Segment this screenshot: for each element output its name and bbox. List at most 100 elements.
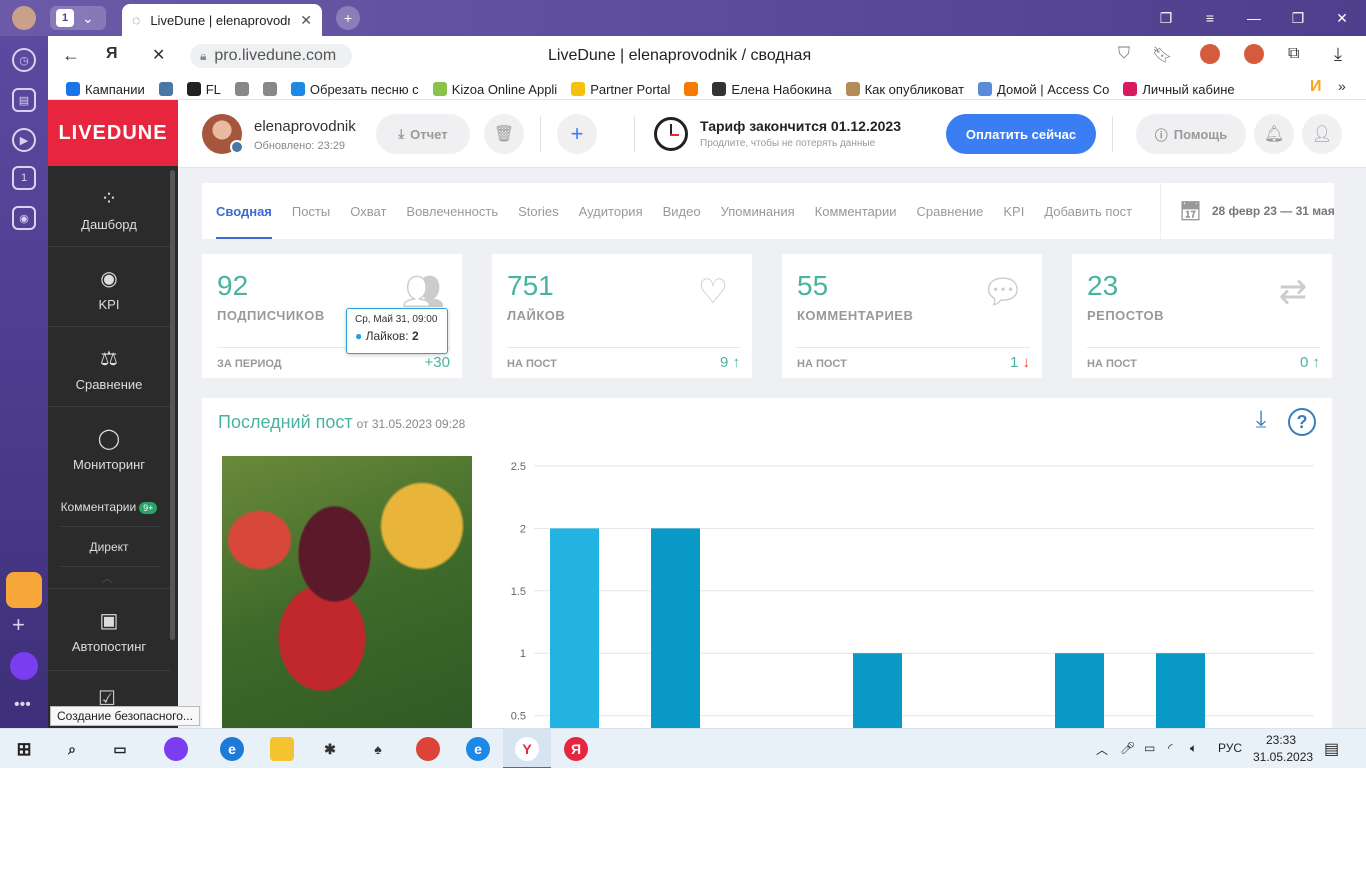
- alice-icon[interactable]: [10, 652, 38, 680]
- sidebar-item-comments[interactable]: Комментарии 9+: [48, 500, 170, 514]
- download-tray-icon[interactable]: ⤓: [1246, 406, 1276, 436]
- bookmark-item[interactable]: [262, 80, 277, 98]
- yandex-icon[interactable]: Я: [564, 737, 588, 761]
- tab-item[interactable]: Комментарии: [815, 183, 897, 239]
- chart-bar[interactable]: [853, 653, 902, 728]
- account-name[interactable]: elenaprovodnik: [254, 118, 356, 135]
- delete-button[interactable]: 🗑︎: [484, 114, 524, 154]
- question-icon[interactable]: ?: [1288, 408, 1316, 436]
- network-icon[interactable]: ◜: [1168, 741, 1173, 755]
- date-range-picker[interactable]: 📅︎ 28 февр 23 — 31 мая: [1160, 183, 1334, 239]
- tab-item[interactable]: Аудитория: [579, 183, 643, 239]
- windows-start-icon[interactable]: ⊞: [12, 737, 36, 761]
- tab-item[interactable]: KPI: [1003, 183, 1024, 239]
- tab-item[interactable]: Сравнение: [917, 183, 984, 239]
- sidebar-item-kpi[interactable]: ◉ KPI: [48, 266, 170, 312]
- bookmarks-panel-icon[interactable]: ❐: [1154, 6, 1178, 30]
- livedune-logo[interactable]: LIVEDUNE: [48, 100, 178, 166]
- stat-card[interactable]: 55 КОММЕНТАРИЕВ 💬︎ НА ПОСТ 1 ↓: [782, 254, 1042, 378]
- search-icon[interactable]: ⌕: [60, 737, 84, 761]
- tab-counter-button[interactable]: 1 ⌄: [50, 6, 106, 30]
- tab-item[interactable]: Вовлеченность: [406, 183, 498, 239]
- new-tab-button[interactable]: +: [336, 6, 360, 30]
- browser-tab-active[interactable]: ◌ LiveDune | elenaprovodnik ✕: [122, 4, 322, 36]
- sidebar-item-direct[interactable]: Директ: [48, 540, 170, 554]
- stop-icon[interactable]: ✕: [152, 45, 165, 65]
- sidebar-item-compare[interactable]: ⚖︎ Сравнение: [48, 346, 170, 392]
- stat-card[interactable]: 23 РЕПОСТОВ ⇄ НА ПОСТ 0 ↑: [1072, 254, 1332, 378]
- chart-bar[interactable]: [1055, 653, 1104, 728]
- protect-icon[interactable]: ⛉: [1118, 45, 1130, 63]
- microphone-icon[interactable]: 🎤︎: [1120, 741, 1135, 755]
- pay-now-button[interactable]: Оплатить сейчас: [946, 114, 1096, 154]
- collections-icon[interactable]: ▤: [12, 88, 36, 112]
- report-button[interactable]: ⤓ Отчет: [376, 114, 470, 154]
- restore-button[interactable]: ❐: [1286, 6, 1310, 30]
- bookmark-item[interactable]: Елена Набокина: [712, 80, 832, 98]
- bookmark-item[interactable]: Кампании: [66, 80, 145, 98]
- add-account-button[interactable]: +: [557, 114, 597, 154]
- menu-icon[interactable]: ≡: [1198, 6, 1222, 30]
- tab-item[interactable]: Охват: [350, 183, 386, 239]
- chart-bar[interactable]: [550, 528, 599, 728]
- extension-icon-2[interactable]: [1244, 44, 1264, 64]
- add-app-icon[interactable]: +: [12, 612, 25, 638]
- notifications-center-icon[interactable]: ▤: [1324, 739, 1339, 759]
- cards-icon[interactable]: ♠: [366, 737, 390, 761]
- tab-one-icon[interactable]: 1: [12, 166, 36, 190]
- bookmark-item[interactable]: [684, 80, 699, 98]
- file-explorer-icon[interactable]: [270, 737, 294, 761]
- bookmark-overflow-icon[interactable]: И: [1310, 78, 1322, 96]
- chart-bar[interactable]: [651, 528, 700, 728]
- spider-solitaire-icon[interactable]: ✱: [318, 737, 342, 761]
- back-icon[interactable]: ←: [62, 45, 80, 66]
- bookmark-item[interactable]: Личный кабине: [1123, 80, 1235, 98]
- yandex-icon[interactable]: Я: [106, 45, 118, 63]
- video-icon[interactable]: ▶: [12, 128, 36, 152]
- chrome-icon[interactable]: [416, 737, 440, 761]
- history-icon[interactable]: ◷: [12, 48, 36, 72]
- edge-icon[interactable]: e: [220, 737, 244, 761]
- stat-card[interactable]: 751 ЛАЙКОВ ♡ НА ПОСТ 9 ↑: [492, 254, 752, 378]
- tab-item[interactable]: Stories: [518, 183, 558, 239]
- collapse-icon[interactable]: ︿: [102, 570, 112, 585]
- notifications-button[interactable]: 🔔︎: [1254, 114, 1294, 154]
- close-window-button[interactable]: ✕: [1330, 6, 1354, 30]
- mail-app-icon[interactable]: [6, 572, 42, 608]
- tab-item[interactable]: Видео: [663, 183, 701, 239]
- chevron-right-icon[interactable]: »: [1338, 78, 1346, 94]
- chart-bar[interactable]: [1156, 653, 1205, 728]
- tray-chevron-icon[interactable]: ︿: [1096, 741, 1108, 758]
- sidebar-scrollbar[interactable]: [170, 170, 175, 640]
- screenshot-icon[interactable]: ◉: [12, 206, 36, 230]
- bookmark-item[interactable]: [158, 80, 173, 98]
- bookmark-item[interactable]: FL: [186, 80, 221, 98]
- tab-item[interactable]: Посты: [292, 183, 330, 239]
- profile-menu-button[interactable]: 👤︎: [1302, 114, 1342, 154]
- battery-icon[interactable]: ▭: [1144, 741, 1155, 755]
- volume-icon[interactable]: 🔈︎: [1190, 741, 1197, 756]
- tab-item[interactable]: Сводная: [216, 183, 272, 239]
- extensions-icon[interactable]: ⧉: [1288, 45, 1299, 63]
- bookmark-item[interactable]: Обрезать песню с: [290, 80, 419, 98]
- clock-time[interactable]: 23:33: [1266, 733, 1296, 747]
- bookmark-item[interactable]: Kizoa Online Appli: [432, 80, 557, 98]
- bookmark-item[interactable]: Partner Portal: [571, 80, 670, 98]
- bookmark-item[interactable]: Как опубликоват: [845, 80, 964, 98]
- post-image[interactable]: [222, 456, 472, 728]
- close-tab-icon[interactable]: ✕: [300, 12, 312, 29]
- sidebar-item-monitoring[interactable]: ◯ Мониторинг: [48, 426, 170, 472]
- profile-avatar[interactable]: [12, 6, 36, 30]
- yandex-browser-icon[interactable]: Y: [515, 737, 539, 761]
- minimize-button[interactable]: —: [1242, 6, 1266, 30]
- tab-item[interactable]: Упоминания: [721, 183, 795, 239]
- language-indicator[interactable]: РУС: [1218, 741, 1242, 755]
- alice-taskbar-icon[interactable]: [164, 737, 188, 761]
- bookmark-item[interactable]: [234, 80, 249, 98]
- help-button[interactable]: ⓘ Помощь: [1136, 114, 1246, 154]
- tab-item[interactable]: Добавить пост: [1044, 183, 1132, 239]
- ie-icon[interactable]: e: [466, 737, 490, 761]
- sidebar-item-dashboard[interactable]: ⁘ Дашборд: [48, 186, 170, 232]
- address-field[interactable]: 🔒︎ pro.livedune.com: [190, 44, 352, 68]
- extension-icon-1[interactable]: [1200, 44, 1220, 64]
